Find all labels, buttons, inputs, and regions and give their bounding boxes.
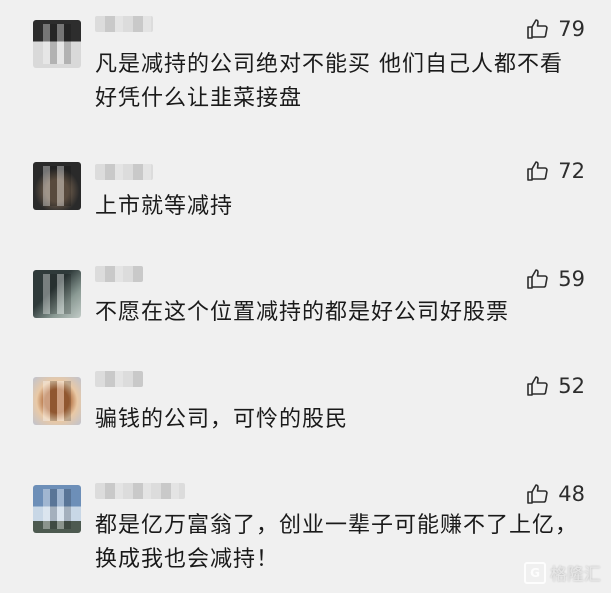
username-blurred[interactable] <box>95 16 153 32</box>
avatar-blur <box>43 489 71 529</box>
comment-item: 59 不愿在这个位置减持的都是好公司好股票 <box>0 260 611 365</box>
comment-item: 52 骗钱的公司，可怜的股民 <box>0 365 611 475</box>
thumbs-up-icon <box>527 19 548 39</box>
like-button[interactable]: 48 <box>526 479 585 509</box>
like-count: 72 <box>558 159 585 183</box>
thumbs-up-icon <box>527 376 548 396</box>
comment-text: 上市就等减持 <box>95 194 234 219</box>
comment-item: 79 凡是减持的公司绝对不能买 他们自己人都不看好凭什么让韭菜接盘 <box>0 0 611 150</box>
avatar[interactable] <box>33 485 81 533</box>
like-button[interactable]: 72 <box>526 156 585 186</box>
avatar-blur <box>43 274 71 314</box>
comment-text: 骗钱的公司，可怜的股民 <box>95 407 349 432</box>
like-count: 59 <box>558 267 585 291</box>
comment-text: 不愿在这个位置减持的都是好公司好股票 <box>95 300 510 325</box>
comment-item: 72 上市就等减持 <box>0 150 611 260</box>
avatar[interactable] <box>33 20 81 68</box>
avatar-blur <box>43 381 71 421</box>
watermark-logo-icon: G <box>524 561 546 584</box>
like-count: 48 <box>558 482 585 506</box>
username-blurred[interactable] <box>95 483 185 499</box>
avatar[interactable] <box>33 162 81 210</box>
username-blurred[interactable] <box>95 371 143 387</box>
like-count: 79 <box>558 17 585 41</box>
avatar-blur <box>43 166 71 206</box>
avatar[interactable] <box>33 270 81 318</box>
thumbs-up-icon <box>527 269 548 289</box>
username-blurred[interactable] <box>95 266 143 282</box>
thumbs-up-icon <box>527 161 548 181</box>
avatar-blur <box>43 24 71 64</box>
avatar[interactable] <box>33 377 81 425</box>
like-button[interactable]: 52 <box>526 371 585 401</box>
watermark-text: 格隆汇 <box>550 565 601 585</box>
like-button[interactable]: 79 <box>526 14 585 44</box>
thumbs-up-icon <box>527 484 548 504</box>
comment-text: 凡是减持的公司绝对不能买 他们自己人都不看好凭什么让韭菜接盘 <box>95 52 563 111</box>
watermark: G 格隆汇 <box>524 560 601 585</box>
comment-item: 48 都是亿万富翁了，创业一辈子可能赚不了上亿，换成我也会减持！ <box>0 475 611 593</box>
like-button[interactable]: 59 <box>526 264 585 294</box>
like-count: 52 <box>558 374 585 398</box>
username-blurred[interactable] <box>95 164 153 180</box>
comment-text: 都是亿万富翁了，创业一辈子可能赚不了上亿，换成我也会减持！ <box>95 513 579 572</box>
